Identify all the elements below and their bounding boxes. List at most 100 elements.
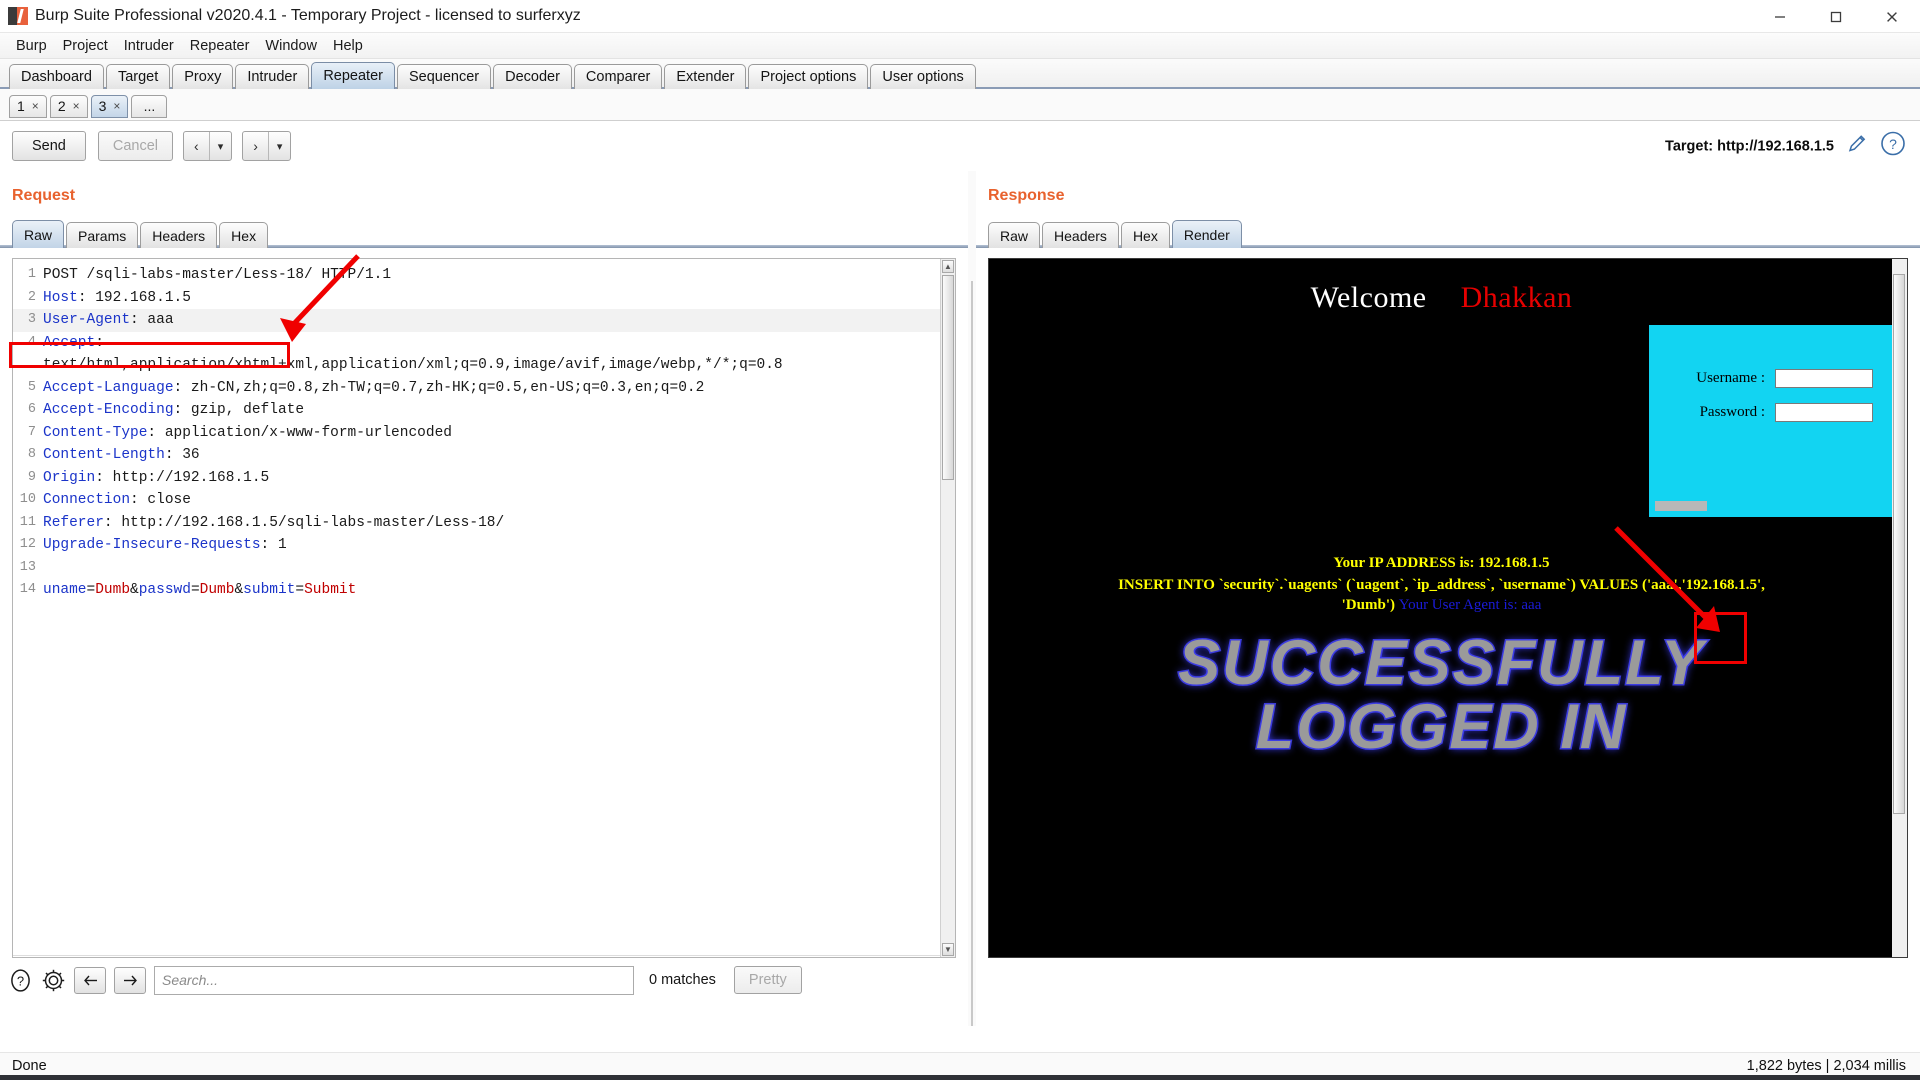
repeater-tab-2-label: 2 xyxy=(58,98,66,114)
line-text: Origin: http://192.168.1.5 xyxy=(43,467,941,490)
username-text: Dhakkan xyxy=(1461,281,1573,314)
response-panel-title: Response xyxy=(976,171,1920,205)
send-button[interactable]: Send xyxy=(12,131,86,161)
status-text: Done xyxy=(12,1058,47,1074)
line-text: Content-Length: 36 xyxy=(43,444,941,467)
repeater-tab-3-close-icon[interactable]: × xyxy=(113,99,120,113)
history-back-button[interactable]: ‹ ▾ xyxy=(183,131,232,161)
search-next-button[interactable] xyxy=(114,967,146,994)
question-circle-icon[interactable]: ? xyxy=(1880,131,1906,162)
username-input[interactable] xyxy=(1775,369,1873,388)
maximize-icon[interactable] xyxy=(1808,0,1864,33)
line-number: 3 xyxy=(13,309,43,332)
line-number: 12 xyxy=(13,534,43,557)
line-number: 8 xyxy=(13,444,43,467)
search-input[interactable] xyxy=(154,966,634,995)
menu-item-repeater[interactable]: Repeater xyxy=(182,36,258,56)
request-tab-raw[interactable]: Raw xyxy=(12,220,64,248)
request-line: 12Upgrade-Insecure-Requests: 1 xyxy=(13,534,941,557)
sql-insert-line: INSERT INTO `security`.`uagents` (`uagen… xyxy=(989,577,1894,594)
history-back-icon[interactable]: ‹ xyxy=(184,132,209,160)
menu-item-burp[interactable]: Burp xyxy=(8,36,55,56)
menu-item-help[interactable]: Help xyxy=(325,36,371,56)
request-response-splitter: Request Raw Params Headers Hex 1POST /sq… xyxy=(0,171,1920,1026)
repeater-tab-1-close-icon[interactable]: × xyxy=(32,99,39,113)
gear-icon[interactable] xyxy=(41,968,66,993)
request-editor[interactable]: 1POST /sqli-labs-master/Less-18/ HTTP/1.… xyxy=(12,258,956,958)
cancel-button[interactable]: Cancel xyxy=(98,131,173,161)
os-taskbar xyxy=(0,1075,1920,1080)
tab-user-options[interactable]: User options xyxy=(870,64,975,89)
repeater-tab-2[interactable]: 2 × xyxy=(50,95,88,118)
line-number: 11 xyxy=(13,512,43,535)
history-forward-button[interactable]: › ▾ xyxy=(242,131,291,161)
request-panel: Request Raw Params Headers Hex 1POST /sq… xyxy=(0,171,968,1026)
line-text: Upgrade-Insecure-Requests: 1 xyxy=(43,534,941,557)
scroll-down-icon[interactable]: ▼ xyxy=(942,943,954,956)
pretty-button[interactable]: Pretty xyxy=(734,966,802,994)
repeater-tab-1[interactable]: 1 × xyxy=(9,95,47,118)
request-line: 4Accept: xyxy=(13,332,941,355)
success-banner-line-1: SUCCESSFULLY xyxy=(989,627,1894,699)
tab-proxy[interactable]: Proxy xyxy=(172,64,233,89)
tab-comparer[interactable]: Comparer xyxy=(574,64,662,89)
response-tab-headers[interactable]: Headers xyxy=(1042,222,1119,248)
panel-splitter[interactable] xyxy=(968,171,976,1026)
ip-address-line: Your IP ADDRESS is: 192.168.1.5 xyxy=(989,555,1894,572)
question-mark-icon[interactable]: ? xyxy=(8,968,33,993)
line-text: Host: 192.168.1.5 xyxy=(43,287,941,310)
request-raw-text[interactable]: 1POST /sqli-labs-master/Less-18/ HTTP/1.… xyxy=(13,259,941,957)
password-input[interactable] xyxy=(1775,403,1873,422)
tab-dashboard[interactable]: Dashboard xyxy=(9,64,104,89)
request-tab-params[interactable]: Params xyxy=(66,222,138,248)
history-forward-dropdown-icon[interactable]: ▾ xyxy=(269,134,291,159)
line-text: Referer: http://192.168.1.5/sqli-labs-ma… xyxy=(43,512,941,535)
history-back-dropdown-icon[interactable]: ▾ xyxy=(210,134,232,159)
pencil-icon[interactable] xyxy=(1846,133,1868,160)
tab-project-options[interactable]: Project options xyxy=(748,64,868,89)
tab-sequencer[interactable]: Sequencer xyxy=(397,64,491,89)
response-tab-raw[interactable]: Raw xyxy=(988,222,1040,248)
history-forward-icon[interactable]: › xyxy=(243,132,268,160)
request-line: 1POST /sqli-labs-master/Less-18/ HTTP/1.… xyxy=(13,264,941,287)
target-label: Target: http://192.168.1.5 xyxy=(1665,138,1834,154)
action-row: Send Cancel ‹ ▾ › ▾ Target: http://192.1… xyxy=(0,121,1920,171)
menu-item-project[interactable]: Project xyxy=(55,36,116,56)
search-prev-button[interactable] xyxy=(74,967,106,994)
tab-repeater[interactable]: Repeater xyxy=(311,62,395,89)
window-title: Burp Suite Professional v2020.4.1 - Temp… xyxy=(35,7,581,25)
response-panel: Response Raw Headers Hex Render Welcome … xyxy=(976,171,1920,1026)
request-line: 3User-Agent: aaa xyxy=(13,309,941,332)
scroll-up-icon[interactable]: ▲ xyxy=(942,260,954,273)
repeater-tab-3-label: 3 xyxy=(99,98,107,114)
match-count-label: 0 matches xyxy=(649,972,716,988)
request-line: 8Content-Length: 36 xyxy=(13,444,941,467)
request-scroll-thumb[interactable] xyxy=(942,275,954,480)
response-tab-render[interactable]: Render xyxy=(1172,220,1242,248)
target-area: Target: http://192.168.1.5 ? xyxy=(1665,131,1906,162)
repeater-tab-add[interactable]: ... xyxy=(131,95,167,118)
request-tab-headers[interactable]: Headers xyxy=(140,222,217,248)
request-tab-hex[interactable]: Hex xyxy=(219,222,268,248)
repeater-tab-strip: 1 × 2 × 3 × ... xyxy=(0,89,1920,121)
repeater-tab-2-close-icon[interactable]: × xyxy=(73,99,80,113)
menu-item-intruder[interactable]: Intruder xyxy=(116,36,182,56)
line-number: 14 xyxy=(13,579,43,602)
render-scroll-thumb[interactable] xyxy=(1893,274,1905,814)
line-number xyxy=(13,354,43,377)
repeater-tab-3[interactable]: 3 × xyxy=(91,95,129,118)
request-line: 14uname=Dumb&passwd=Dumb&submit=Submit xyxy=(13,579,941,602)
tab-extender[interactable]: Extender xyxy=(664,64,746,89)
request-vertical-scrollbar[interactable]: ▲ ▼ xyxy=(940,259,955,957)
render-vertical-scrollbar[interactable] xyxy=(1892,259,1907,958)
tab-intruder[interactable]: Intruder xyxy=(235,64,309,89)
menu-item-window[interactable]: Window xyxy=(257,36,325,56)
response-tab-hex[interactable]: Hex xyxy=(1121,222,1170,248)
tab-target[interactable]: Target xyxy=(106,64,170,89)
close-icon[interactable] xyxy=(1864,0,1920,33)
burp-logo-icon xyxy=(8,6,28,26)
minimize-icon[interactable] xyxy=(1752,0,1808,33)
submit-button[interactable] xyxy=(1655,501,1707,511)
tab-decoder[interactable]: Decoder xyxy=(493,64,572,89)
password-row: Password : xyxy=(1663,403,1873,422)
